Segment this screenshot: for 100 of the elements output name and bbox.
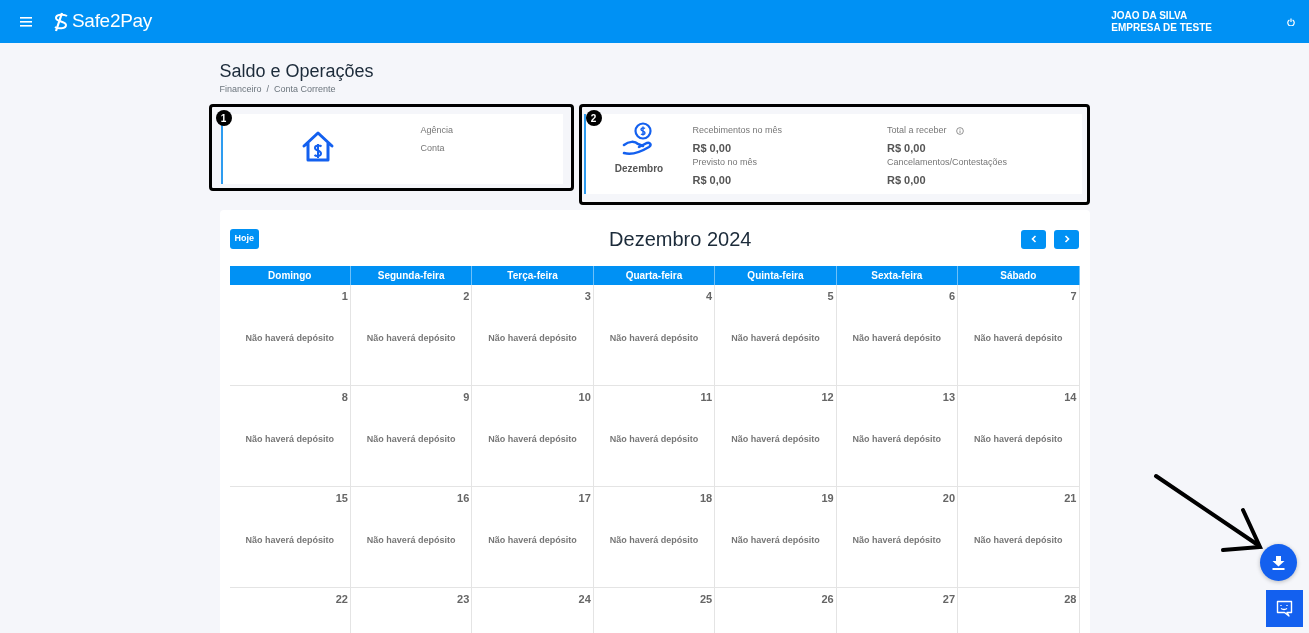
deposit-note: Não haverá depósito [487,331,578,345]
summary-label: Recebimentos no mês [692,124,783,138]
chat-button[interactable] [1266,590,1303,627]
day-cell[interactable]: 9 Não haverá depósito [350,386,473,488]
day-number: 25 [698,592,713,608]
day-number: 1 [340,289,348,305]
annotation-number: 1 [215,110,232,127]
day-number: 3 [583,289,591,305]
chevron-right-icon [1064,235,1070,244]
day-cell[interactable]: 17 Não haverá depósito [472,487,594,589]
day-cell[interactable]: 1 Não haverá depósito [229,285,351,387]
day-number: 6 [947,289,956,305]
info-icon[interactable] [955,126,964,135]
day-cell[interactable]: 20 Não haverá depósito [836,487,959,589]
day-cell[interactable]: 4 Não haverá depósito [593,285,716,387]
previous-month-button[interactable] [1021,229,1047,249]
day-cell[interactable]: 28 [958,588,1080,633]
deposit-note: Não haverá depósito [851,331,943,345]
day-cell[interactable]: 10 Não haverá depósito [472,386,594,488]
account-field-label: Agência [420,124,454,138]
company-name: EMPRESA DE TESTE [1111,21,1212,34]
day-cell[interactable]: 21 Não haverá depósito [958,487,1080,589]
day-number: 16 [456,491,470,507]
day-cell[interactable]: 25 [593,588,716,633]
day-cell[interactable]: 26 [715,588,837,633]
summary-value: R$ 0,00 [887,140,927,156]
day-number: 20 [941,491,956,507]
brand-name[interactable]: Safe2Pay [72,7,152,36]
day-cell[interactable]: 11 Não haverá depósito [593,386,716,488]
chevron-left-icon [1031,235,1037,244]
day-number: 19 [820,491,834,507]
day-cell[interactable]: 18 Não haverá depósito [593,487,716,589]
day-number: 2 [462,289,470,305]
day-cell[interactable]: 12 Não haverá depósito [715,386,837,488]
breadcrumb: Financeiro / Conta Corrente [219,82,337,96]
deposit-note: Não haverá depósito [365,331,457,345]
day-number: 15 [334,491,348,507]
power-icon[interactable] [1287,17,1295,26]
summary-value: R$ 0,00 [692,172,732,188]
deposit-note: Não haverá depósito [365,533,457,547]
day-number: 7 [1069,289,1077,305]
deposit-note: Não haverá depósito [730,331,821,345]
deposit-note: Não haverá depósito [851,533,943,547]
day-cell[interactable]: 22 [229,588,351,633]
day-cell[interactable]: 19 Não haverá depósito [715,487,837,589]
menu-icon[interactable] [20,16,32,27]
summary-label: Previsto no mês [692,156,757,170]
day-number: 17 [577,491,591,507]
day-cell[interactable]: 3 Não haverá depósito [472,285,594,387]
day-cell[interactable]: 24 [472,588,594,633]
chat-icon [1276,600,1293,617]
deposit-note: Não haverá depósito [487,533,578,547]
deposit-note: Não haverá depósito [973,533,1064,547]
day-cell[interactable]: 14 Não haverá depósito [958,386,1080,488]
day-cell[interactable]: 7 Não haverá depósito [958,285,1080,387]
day-cell[interactable]: 8 Não haverá depósito [229,386,351,488]
day-cell[interactable]: 5 Não haverá depósito [715,285,837,387]
summary-label: Total a receber [887,124,947,138]
deposit-note: Não haverá depósito [973,331,1064,345]
deposit-note: Não haverá depósito [487,432,578,446]
day-number: 23 [456,592,470,608]
deposit-note: Não haverá depósito [973,432,1064,446]
day-number: 28 [1063,592,1077,608]
deposit-note: Não haverá depósito [244,331,335,345]
day-number: 10 [577,390,591,406]
day-cell[interactable]: 15 Não haverá depósito [229,487,351,589]
weekday-header: Quarta-feira [593,266,716,286]
weekday-header: Sexta-feira [836,266,959,286]
day-cell[interactable]: 27 [836,588,959,633]
weekday-header: Terça-feira [472,266,594,286]
day-number: 12 [820,390,834,406]
weekday-header: Segunda-feira [350,266,473,286]
calendar-title: Dezembro 2024 [609,227,752,253]
today-button[interactable]: Hoje [229,229,259,249]
deposit-note: Não haverá depósito [608,331,700,345]
month-label: Dezembro [614,162,664,177]
day-number: 22 [334,592,348,608]
day-cell[interactable]: 16 Não haverá depósito [350,487,473,589]
deposit-note: Não haverá depósito [608,432,700,446]
weekday-header: Sábado [958,266,1080,286]
day-number: 27 [941,592,956,608]
day-number: 11 [699,390,713,406]
day-cell[interactable]: 13 Não haverá depósito [836,386,959,488]
summary-value: R$ 0,00 [692,140,732,156]
logo-icon [52,10,70,33]
day-number: 8 [340,390,348,406]
day-number: 4 [705,289,713,305]
deposit-note: Não haverá depósito [244,432,335,446]
next-month-button[interactable] [1054,229,1080,249]
deposit-note: Não haverá depósito [365,432,457,446]
summary-value: R$ 0,00 [887,172,927,188]
day-number: 14 [1063,390,1077,406]
day-cell[interactable]: 6 Não haverá depósito [836,285,959,387]
day-number: 18 [698,491,713,507]
download-button[interactable] [1260,544,1297,581]
day-cell[interactable]: 2 Não haverá depósito [350,285,473,387]
day-number: 9 [462,390,470,406]
day-cell[interactable]: 23 [350,588,473,633]
deposit-note: Não haverá depósito [730,533,821,547]
day-number: 21 [1063,491,1077,507]
